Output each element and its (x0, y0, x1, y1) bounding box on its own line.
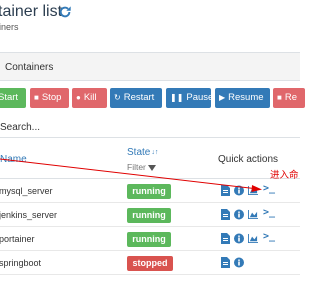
remove-button[interactable]: ■ Re (273, 88, 305, 108)
table-row: jenkins_server running >_ (0, 203, 300, 227)
annotation-label: 进入命 (270, 170, 299, 181)
info-circle-icon[interactable] (234, 209, 244, 220)
terminal-icon[interactable]: >_ (263, 183, 275, 194)
column-header-name-label: Name (0, 154, 27, 165)
remove-label: Re (284, 92, 297, 103)
status-badge: running (127, 232, 171, 247)
column-header-state[interactable]: State↓↑ (127, 147, 158, 158)
info-circle-icon[interactable] (234, 185, 244, 196)
pause-icon: ❚❚ (170, 93, 184, 102)
terminal-icon[interactable]: >_ (263, 231, 275, 242)
sort-icon: ↓↑ (151, 149, 159, 156)
file-text-icon[interactable] (220, 257, 230, 268)
search-row (0, 116, 300, 138)
panel-title: Containers (5, 62, 54, 73)
trash-icon: ■ (277, 93, 282, 102)
container-name-link[interactable]: mysql_server (0, 186, 53, 196)
actions-bar: Start ■ Stop ● Kill ↻ Restart ❚❚ Pause ▶ Resu… (0, 88, 305, 110)
play-icon: ▶ (219, 93, 226, 102)
containers-panel: Containers Start ■ Stop ● Kill ↻ Restart ❚❚… (0, 52, 305, 299)
stop-label: Stop (41, 92, 62, 103)
file-text-icon[interactable] (220, 185, 230, 196)
column-header-name[interactable]: Name (0, 154, 27, 165)
status-badge: running (127, 184, 171, 199)
restart-button[interactable]: ↻ Restart (110, 88, 162, 108)
breadcrumb: iners (0, 22, 19, 32)
column-header-state-label: State (127, 147, 151, 158)
file-text-icon[interactable] (220, 209, 230, 220)
table-row: portainer running >_ (0, 227, 300, 251)
bomb-icon: ● (76, 93, 81, 102)
start-button[interactable]: Start (0, 88, 26, 108)
area-chart-icon[interactable] (248, 185, 258, 196)
filter-icon (147, 165, 156, 171)
pause-button[interactable]: ❚❚ Pause (166, 88, 214, 108)
table-header: Name State↓↑ Filter Quick actions (0, 139, 300, 179)
table-row: springboot stopped (0, 251, 300, 275)
terminal-icon[interactable]: >_ (263, 207, 275, 218)
stop-icon: ■ (34, 93, 39, 102)
container-name-link[interactable]: portainer (0, 234, 35, 244)
state-filter-label: Filter (127, 162, 146, 172)
status-badge: stopped (127, 256, 173, 271)
area-chart-icon[interactable] (248, 233, 258, 244)
file-text-icon[interactable] (220, 233, 230, 244)
column-header-quick-actions: Quick actions (218, 154, 279, 165)
kill-button[interactable]: ● Kill (72, 88, 107, 108)
kill-label: Kill (83, 92, 97, 103)
page-title: tainer list (0, 3, 63, 20)
restart-label: Restart (123, 92, 155, 103)
state-filter[interactable]: Filter (127, 162, 156, 172)
info-circle-icon[interactable] (234, 257, 244, 268)
search-input[interactable] (0, 118, 290, 136)
refresh-small-icon: ↻ (114, 93, 121, 102)
panel-heading: Containers (0, 53, 300, 81)
area-chart-icon[interactable] (248, 209, 258, 220)
container-name-link[interactable]: jenkins_server (0, 210, 57, 220)
stop-button[interactable]: ■ Stop (30, 88, 69, 108)
info-circle-icon[interactable] (234, 233, 244, 244)
page-header: tainer list iners (0, 0, 300, 44)
status-badge: running (127, 208, 171, 223)
start-label: Start (0, 92, 19, 103)
resume-button[interactable]: ▶ Resume (215, 88, 270, 108)
resume-label: Resume (228, 92, 264, 103)
table-row: mysql_server running >_ (0, 179, 300, 203)
container-name-link[interactable]: springboot (0, 258, 41, 268)
refresh-icon[interactable] (58, 5, 72, 19)
pause-label: Pause (186, 92, 214, 103)
